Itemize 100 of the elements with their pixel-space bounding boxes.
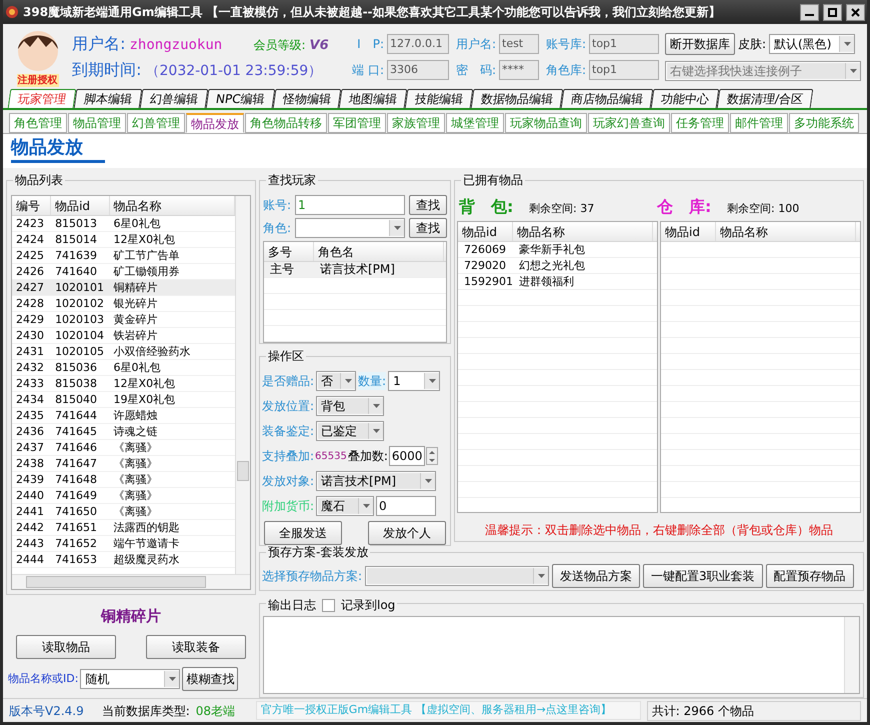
account-db-field[interactable]: top1 — [589, 34, 659, 54]
main-tab[interactable]: 怪物编辑 — [272, 89, 341, 108]
column-header[interactable]: 物品名称 — [513, 222, 653, 241]
port-field[interactable]: 3306 — [387, 60, 449, 80]
sub-tab[interactable]: 角色物品转移 — [245, 113, 327, 133]
sub-tab[interactable]: 物品管理 — [68, 113, 126, 133]
item-row[interactable]: 2443 741652 端午节邀请卡 — [12, 536, 235, 552]
sub-tab[interactable]: 家族管理 — [387, 113, 445, 133]
main-tab[interactable]: 玩家管理 — [8, 89, 76, 108]
item-row[interactable]: 2424 815014 12星X0礼包 — [12, 232, 235, 248]
item-row[interactable]: 2430 1020104 铁岩碎片 — [12, 328, 235, 344]
find-role-button[interactable]: 查找 — [409, 218, 447, 238]
group-title: 已拥有物品 — [461, 173, 525, 188]
currency-select[interactable]: 魔石 — [316, 496, 374, 516]
item-row[interactable]: 2423 815013 6星0礼包 — [12, 216, 235, 232]
item-row[interactable]: 2438 741647 《离骚》 — [12, 456, 235, 472]
preset-action-button[interactable]: 一键配置3职业套装 — [643, 564, 763, 588]
item-row[interactable]: 2428 1020102 银光碎片 — [12, 296, 235, 312]
position-select[interactable]: 背包 — [316, 396, 384, 416]
column-header[interactable]: 物品id — [458, 222, 513, 241]
item-row[interactable]: 2442 741651 法露西的钥匙 — [12, 520, 235, 536]
main-tab[interactable]: NPC编辑 — [206, 89, 275, 108]
column-header[interactable]: 编号 — [12, 196, 52, 215]
db-user-field[interactable]: test — [499, 34, 539, 54]
sub-tab[interactable]: 多功能系统 — [789, 113, 859, 133]
disconnect-database-button[interactable]: 断开数据库 — [665, 33, 735, 55]
bag-row[interactable]: 1592901 进群领福利 — [458, 274, 657, 290]
account-field[interactable]: 1 — [295, 195, 405, 215]
item-row[interactable]: 2444 741653 超级魔灵药水 — [12, 552, 235, 568]
column-header[interactable]: 物品id — [51, 196, 110, 215]
vertical-scrollbar[interactable] — [844, 617, 859, 693]
sub-tab[interactable]: 玩家幻兽查询 — [588, 113, 670, 133]
preset-action-button[interactable]: 配置预存物品 — [766, 564, 854, 588]
sub-tab[interactable]: 角色管理 — [9, 113, 67, 133]
item-row[interactable]: 2431 1020105 小双倍经验药水 — [12, 344, 235, 360]
target-select[interactable]: 诺言技术[PM] — [316, 471, 436, 491]
spinner-icon[interactable] — [426, 447, 438, 465]
main-tab[interactable]: 商店物品编辑 — [560, 89, 653, 108]
main-tab[interactable]: 功能中心 — [650, 89, 719, 108]
item-row[interactable]: 2437 741646 《离骚》 — [12, 440, 235, 456]
ip-field[interactable]: 127.0.0.1 — [387, 34, 449, 54]
main-tab[interactable]: 地图编辑 — [338, 89, 407, 108]
maximize-button[interactable] — [823, 4, 842, 20]
gift-select[interactable]: 否 — [316, 371, 356, 391]
main-tab[interactable]: 数据物品编辑 — [470, 89, 563, 108]
sub-tab[interactable]: 城堡管理 — [446, 113, 504, 133]
column-header[interactable]: 角色名 — [314, 242, 444, 261]
quick-connect-select[interactable]: 右键选择我快速连接例子 — [665, 61, 861, 81]
table-cell-text: 端午节邀请卡 — [112, 536, 181, 551]
item-row[interactable]: 2440 741649 《离骚》 — [12, 488, 235, 504]
sub-tab[interactable]: 任务管理 — [671, 113, 729, 133]
item-row[interactable]: 2435 741644 许愿蜡烛 — [12, 408, 235, 424]
main-tab[interactable]: 技能编辑 — [404, 89, 473, 108]
close-button[interactable] — [846, 4, 865, 20]
bag-row[interactable]: 729020 幻想之光礼包 — [458, 258, 657, 274]
item-row[interactable]: 2439 741648 《离骚》 — [12, 472, 235, 488]
preset-action-button[interactable]: 发送物品方案 — [552, 564, 640, 588]
item-row[interactable]: 2429 1020103 黄金碎片 — [12, 312, 235, 328]
table-cell-text: 741645 — [54, 424, 98, 439]
log-checkbox[interactable] — [322, 598, 335, 612]
horizontal-scrollbar[interactable] — [12, 574, 250, 589]
sub-tab[interactable]: 物品发放 — [186, 113, 244, 133]
role-select[interactable] — [295, 218, 405, 238]
item-row[interactable]: 2425 741639 矿工节广告单 — [12, 248, 235, 264]
sub-tab[interactable]: 幻兽管理 — [127, 113, 185, 133]
item-row[interactable]: 2434 815040 19星X0礼包 — [12, 392, 235, 408]
stack-count-field[interactable]: 6000 — [388, 446, 425, 466]
identify-select[interactable]: 已鉴定 — [316, 421, 384, 441]
find-account-button[interactable]: 查找 — [409, 195, 447, 215]
sub-tab[interactable]: 邮件管理 — [730, 113, 788, 133]
fuzzy-search-button[interactable]: 模糊查找 — [182, 667, 238, 691]
item-row[interactable]: 2433 815038 12星X0礼包 — [12, 376, 235, 392]
currency-amount-field[interactable]: 0 — [376, 496, 436, 516]
column-header[interactable]: 物品id — [661, 222, 716, 241]
read-equipment-button[interactable]: 读取装备 — [146, 635, 246, 659]
column-header[interactable]: 物品名称 — [716, 222, 856, 241]
main-tab[interactable]: 数据清理/合区 — [716, 89, 813, 108]
bag-row[interactable]: 726069 豪华新手礼包 — [458, 242, 657, 258]
item-row[interactable]: 2432 815036 6星0礼包 — [12, 360, 235, 376]
skin-select[interactable]: 默认(黑色) — [769, 34, 856, 54]
role-db-field[interactable]: top1 — [589, 60, 659, 80]
column-header[interactable]: 多号 — [264, 242, 314, 261]
sub-tab[interactable]: 军团管理 — [328, 113, 386, 133]
read-items-button[interactable]: 读取物品 — [16, 635, 116, 659]
preset-select[interactable] — [365, 566, 550, 586]
send-all-server-button[interactable]: 全服发送 — [264, 521, 342, 545]
role-row[interactable]: 主号 诺言技术[PM] — [264, 262, 446, 278]
item-row[interactable]: 2427 1020101 铜精碎片 — [12, 280, 235, 296]
minimize-button[interactable] — [800, 4, 819, 20]
password-field[interactable]: **** — [499, 60, 539, 80]
main-tab[interactable]: 脚本编辑 — [74, 89, 142, 108]
stack-max-text: 65535 — [315, 450, 347, 464]
send-individual-button[interactable]: 发放个人 — [368, 521, 446, 545]
main-tab[interactable]: 幻兽编辑 — [140, 89, 208, 108]
item-row[interactable]: 2436 741645 诗魂之链 — [12, 424, 235, 440]
item-row[interactable]: 2441 741650 《离骚》 — [12, 504, 235, 520]
item-search-select[interactable]: 随机 — [80, 669, 180, 689]
quantity-select[interactable]: 1 — [388, 371, 440, 391]
vertical-scrollbar[interactable] — [235, 196, 250, 574]
sub-tab[interactable]: 玩家物品查询 — [505, 113, 587, 133]
